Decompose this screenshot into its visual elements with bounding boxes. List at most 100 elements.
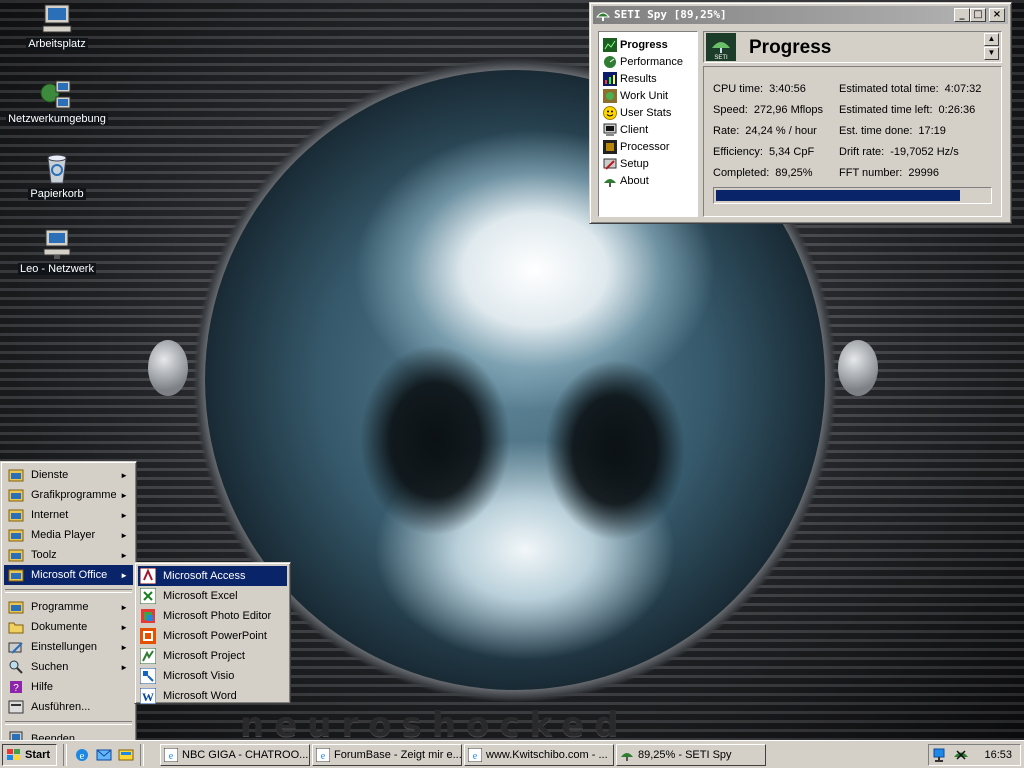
nav-item-processor[interactable]: Processor bbox=[603, 138, 697, 155]
help-icon: ? bbox=[10, 681, 22, 694]
submenu-item-microsoft-photo-editor[interactable]: Microsoft Photo Editor bbox=[138, 606, 287, 626]
submenu-item-microsoft-powerpoint[interactable]: Microsoft PowerPoint bbox=[138, 626, 287, 646]
progress-bar bbox=[713, 187, 992, 204]
seti-logo-icon: SETI bbox=[706, 33, 736, 61]
start-item-hilfe[interactable]: ? Hilfe bbox=[4, 677, 133, 697]
start-button[interactable]: Start bbox=[2, 744, 57, 766]
close-button[interactable]: × bbox=[989, 8, 1005, 22]
desktop-icon-label: Leo - Netzwerk bbox=[18, 263, 96, 275]
submenu-item-label: Microsoft Excel bbox=[163, 590, 238, 602]
nav-item-client[interactable]: Client bbox=[603, 121, 697, 138]
svg-text:?: ? bbox=[13, 683, 19, 694]
task-label: 89,25% - SETI Spy bbox=[638, 749, 732, 761]
start-item-suchen[interactable]: Suchen ► bbox=[4, 657, 133, 677]
show-desktop-icon[interactable] bbox=[118, 747, 134, 763]
outlook-quicklaunch-icon[interactable] bbox=[96, 747, 112, 763]
stat-label: FFT number: bbox=[839, 167, 903, 179]
program-group-icon bbox=[8, 529, 24, 542]
panel-header: SETI Progress ▲ ▼ bbox=[703, 31, 1002, 63]
nav-item-progress[interactable]: Progress bbox=[603, 36, 697, 53]
start-item-label: Programme bbox=[31, 601, 89, 613]
desktop-icon-leo-netzwerk[interactable]: Leo - Netzwerk bbox=[2, 227, 112, 275]
minimize-button[interactable]: _ bbox=[954, 8, 970, 22]
wallpaper-brand-text: neuroshocked bbox=[240, 705, 629, 740]
seti-dish-icon bbox=[595, 12, 611, 21]
progress-icon bbox=[603, 37, 617, 52]
submenu-item-microsoft-visio[interactable]: Microsoft Visio bbox=[138, 666, 287, 686]
documents-icon bbox=[8, 622, 24, 634]
spin-up-button[interactable]: ▲ bbox=[984, 33, 999, 46]
programs-icon bbox=[8, 601, 24, 614]
svg-text:W: W bbox=[142, 690, 154, 704]
seti-logo-text: SETI bbox=[714, 55, 728, 61]
submenu-item-microsoft-project[interactable]: Microsoft Project bbox=[138, 646, 287, 666]
start-menu: Dienste ► Grafikprogramme ► Internet ► Medi… bbox=[0, 461, 137, 747]
desktop-icon-papierkorb[interactable]: Papierkorb bbox=[2, 152, 112, 200]
start-item-dokumente[interactable]: Dokumente ► bbox=[4, 617, 133, 637]
nav-label: User Stats bbox=[620, 106, 672, 119]
stat-value: 29996 bbox=[908, 167, 939, 179]
start-item-microsoft-office[interactable]: Microsoft Office ► bbox=[4, 565, 133, 585]
nav-item-setup[interactable]: Setup bbox=[603, 155, 697, 172]
start-label: Start bbox=[25, 749, 51, 761]
work-unit-icon bbox=[603, 88, 617, 103]
nav-label: Results bbox=[620, 72, 657, 85]
performance-icon bbox=[604, 55, 616, 68]
start-item-ausfuehren[interactable]: Ausführen... bbox=[4, 697, 133, 717]
start-item-toolz[interactable]: Toolz ► bbox=[4, 545, 133, 565]
nav-item-results[interactable]: Results bbox=[603, 70, 697, 87]
stat-label: Efficiency: bbox=[713, 146, 763, 158]
submenu-item-microsoft-excel[interactable]: Microsoft Excel bbox=[138, 586, 287, 606]
task-button-forumbase[interactable]: e ForumBase - Zeigt mir e... bbox=[312, 744, 462, 766]
start-item-programme[interactable]: Programme ► bbox=[4, 597, 133, 617]
nav-label: Performance bbox=[620, 55, 683, 68]
seti-titlebar[interactable]: SETI Spy [89,25%] _ □ × bbox=[593, 6, 1008, 24]
clock[interactable]: 16:53 bbox=[984, 749, 1012, 761]
start-item-label: Einstellungen bbox=[31, 641, 98, 653]
start-item-grafikprogramme[interactable]: Grafikprogramme ► bbox=[4, 485, 133, 505]
smiley-icon bbox=[603, 105, 617, 120]
submenu-arrow-icon: ► bbox=[120, 662, 128, 672]
stat-value: -19,7052 Hz/s bbox=[890, 146, 959, 158]
stat-estimated-total-time: Estimated total time: 4:07:32 bbox=[839, 83, 981, 95]
results-icon bbox=[603, 71, 617, 86]
start-item-label: Ausführen... bbox=[31, 701, 91, 713]
network-tray-icon[interactable] bbox=[933, 747, 949, 763]
spin-down-button[interactable]: ▼ bbox=[984, 47, 999, 60]
ie-quicklaunch-icon[interactable]: e bbox=[74, 747, 90, 763]
stat-value: 24,24 % / hour bbox=[745, 125, 817, 137]
start-item-label: Grafikprogramme bbox=[31, 489, 117, 501]
nav-item-work-unit[interactable]: Work Unit bbox=[603, 87, 697, 104]
stat-value: 3:40:56 bbox=[769, 83, 806, 95]
stat-label: Estimated time left: bbox=[839, 104, 933, 116]
stat-rate: Rate: 24,24 % / hour bbox=[713, 125, 817, 137]
network-icon bbox=[40, 80, 71, 109]
start-item-dienste[interactable]: Dienste ► bbox=[4, 465, 133, 485]
nav-item-user-stats[interactable]: User Stats bbox=[603, 104, 697, 121]
task-button-nbc-giga[interactable]: e NBC GIGA - CHATROO... bbox=[160, 744, 310, 766]
desktop-icon-netzwerkumgebung[interactable]: Netzwerkumgebung bbox=[2, 77, 112, 125]
word-icon: W bbox=[140, 688, 156, 704]
nav-item-performance[interactable]: Performance bbox=[603, 53, 697, 70]
task-button-kwitschibo[interactable]: e www.Kwitschibo.com - ... bbox=[464, 744, 614, 766]
panel-title: Progress bbox=[749, 37, 832, 58]
submenu-arrow-icon: ► bbox=[120, 602, 128, 612]
start-item-einstellungen[interactable]: Einstellungen ► bbox=[4, 637, 133, 657]
submenu-item-microsoft-word[interactable]: W Microsoft Word bbox=[138, 686, 287, 706]
submenu-arrow-icon: ► bbox=[120, 530, 128, 540]
start-item-internet[interactable]: Internet ► bbox=[4, 505, 133, 525]
stat-value: 5,34 CpF bbox=[768, 146, 815, 158]
maximize-button[interactable]: □ bbox=[970, 8, 986, 22]
start-item-media-player[interactable]: Media Player ► bbox=[4, 525, 133, 545]
start-item-label: Media Player bbox=[31, 529, 96, 541]
nav-item-about[interactable]: About bbox=[603, 172, 697, 189]
seti-spy-icon bbox=[621, 753, 633, 761]
windows-flag-icon bbox=[7, 749, 20, 760]
desktop-icon-arbeitsplatz[interactable]: Arbeitsplatz bbox=[2, 2, 112, 50]
seti-spy-tray-icon[interactable] bbox=[953, 747, 969, 763]
stat-est-time-done: Est. time done: 17:19 bbox=[839, 125, 946, 137]
task-button-seti-spy[interactable]: 89,25% - SETI Spy bbox=[616, 744, 766, 766]
stat-speed: Speed: 272,96 Mflops bbox=[713, 104, 823, 116]
submenu-item-microsoft-access[interactable]: Microsoft Access bbox=[138, 566, 287, 586]
stat-value: 0:26:36 bbox=[938, 104, 976, 116]
